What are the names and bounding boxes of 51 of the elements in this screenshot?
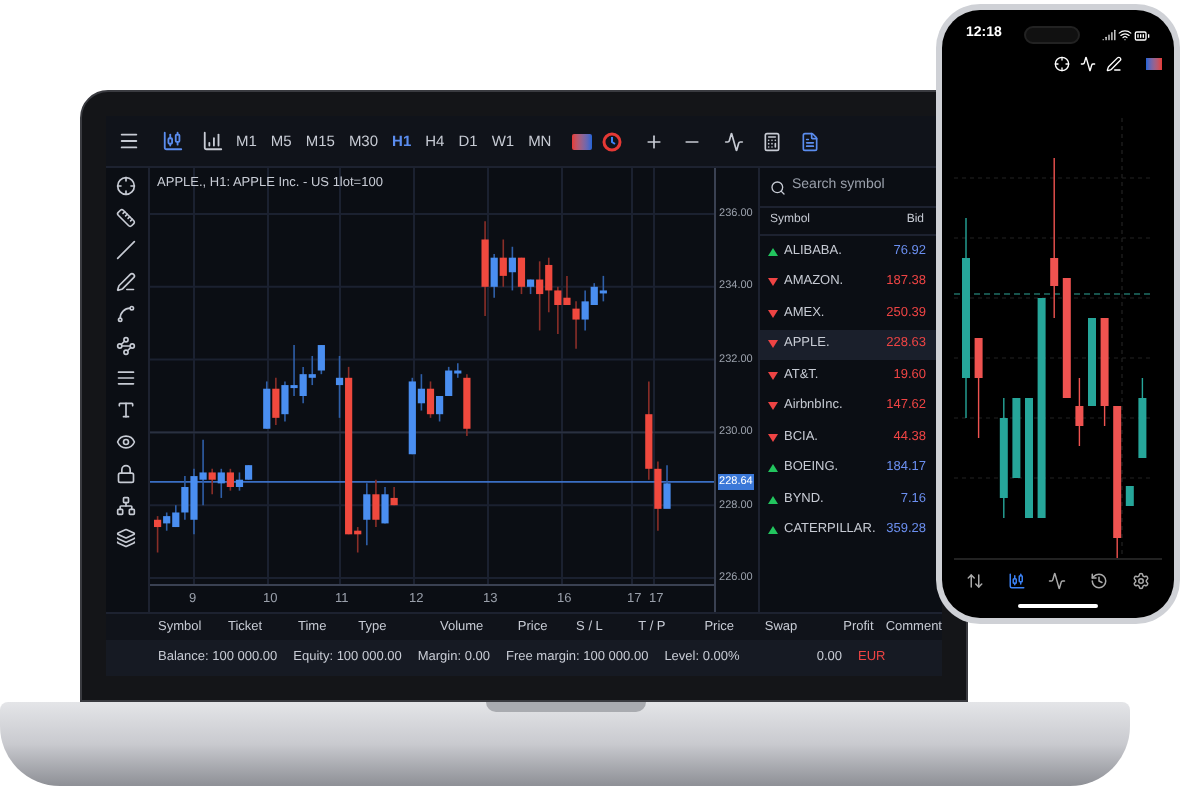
ruler-icon[interactable] <box>116 208 137 228</box>
trade-tab-icon[interactable] <box>1048 571 1067 590</box>
candlestick-icon[interactable] <box>162 130 184 152</box>
pen-icon[interactable] <box>1106 55 1122 72</box>
clock-icon[interactable] <box>601 131 622 151</box>
history-tab-icon[interactable] <box>1090 571 1109 590</box>
wifi-icon <box>1118 28 1132 43</box>
text-icon[interactable] <box>116 400 137 420</box>
tree-icon[interactable] <box>116 496 137 516</box>
candlestick <box>1075 377 1084 448</box>
indicators-icon[interactable] <box>723 131 744 151</box>
camera-island <box>1023 26 1080 45</box>
lines-icon[interactable] <box>116 368 137 388</box>
candlestick <box>1138 377 1147 460</box>
curve-icon[interactable] <box>116 304 137 324</box>
signal-icon <box>1102 28 1116 43</box>
chart-tab-icon[interactable] <box>1007 571 1026 590</box>
candlestick <box>1025 397 1033 520</box>
up-triangle-icon <box>768 495 778 504</box>
pattern-icon[interactable] <box>116 336 137 356</box>
down-triangle-icon <box>768 371 778 380</box>
eye-icon[interactable] <box>116 432 137 452</box>
quotes-tab-icon[interactable] <box>965 571 984 590</box>
down-triangle-icon <box>768 433 778 442</box>
crosshair-icon[interactable] <box>116 176 137 196</box>
down-triangle-icon <box>768 402 778 411</box>
settings-tab-icon[interactable] <box>1132 571 1151 590</box>
candlestick <box>1125 485 1134 508</box>
menu-icon[interactable] <box>118 130 140 152</box>
line-icon[interactable] <box>116 240 137 260</box>
home-indicator <box>1018 604 1098 608</box>
down-triangle-icon <box>768 309 778 318</box>
candlestick <box>1012 397 1021 480</box>
candlestick <box>1100 317 1109 428</box>
up-triangle-icon <box>768 526 778 535</box>
layers-icon[interactable] <box>116 528 137 548</box>
down-triangle-icon <box>768 278 778 287</box>
calculator-icon[interactable] <box>761 131 782 151</box>
candlestick <box>974 337 983 440</box>
search-icon <box>770 179 786 195</box>
candlestick <box>1062 277 1071 400</box>
battery-icon <box>1134 27 1150 44</box>
candlestick <box>999 397 1008 520</box>
up-triangle-icon <box>768 247 778 256</box>
lock-icon[interactable] <box>116 464 137 484</box>
bar-chart-icon[interactable] <box>202 130 224 152</box>
document-icon[interactable] <box>799 131 820 151</box>
down-triangle-icon <box>768 340 778 349</box>
up-triangle-icon <box>768 464 778 473</box>
zoom-in-icon[interactable] <box>643 131 664 151</box>
candlestick <box>1088 317 1096 408</box>
